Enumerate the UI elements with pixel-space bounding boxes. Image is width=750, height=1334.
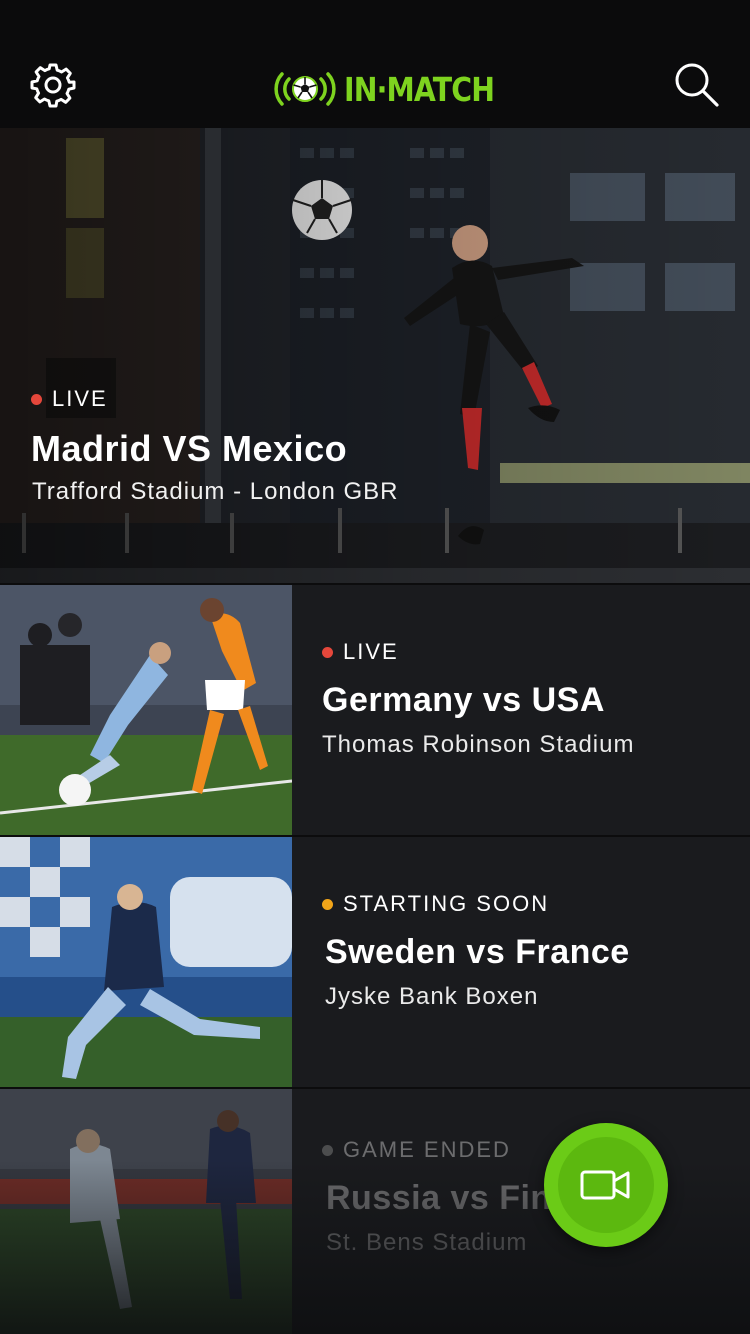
match-status-label: LIVE [343, 639, 399, 664]
ended-dot-icon [322, 1144, 333, 1156]
match-status: LIVE [322, 639, 399, 665]
match-venue: St. Bens Stadium [326, 1229, 528, 1256]
match-info: LIVE Germany vs USA Thomas Robinson Stad… [292, 585, 750, 835]
match-photo [0, 837, 292, 1087]
app-logo: IN·MATCH [270, 66, 519, 112]
featured-match-card[interactable]: LIVE Madrid VS Mexico Trafford Stadium -… [0, 128, 750, 583]
gear-icon [30, 63, 76, 108]
app-header: IN·MATCH [0, 0, 750, 128]
start-broadcast-button[interactable] [544, 1123, 668, 1247]
starting-soon-dot-icon [322, 898, 333, 910]
match-info: GAME ENDED Russia vs Finland St. Bens St… [292, 1089, 750, 1334]
live-dot-icon [31, 393, 42, 405]
featured-status: LIVE [31, 386, 108, 412]
match-title: Germany vs USA [322, 681, 605, 719]
live-dot-icon [322, 646, 333, 658]
match-photo [0, 1089, 292, 1334]
hero-shade [0, 128, 750, 583]
match-venue: Thomas Robinson Stadium [322, 731, 635, 758]
featured-venue: Trafford Stadium - London GBR [32, 478, 399, 505]
featured-status-label: LIVE [52, 386, 108, 411]
match-card-germany-usa[interactable]: LIVE Germany vs USA Thomas Robinson Stad… [0, 585, 750, 835]
match-info: STARTING SOON Sweden vs France Jyske Ban… [292, 837, 750, 1087]
match-status: GAME ENDED [322, 1137, 511, 1163]
search-icon [675, 63, 719, 107]
settings-button[interactable] [30, 62, 76, 108]
match-status: STARTING SOON [322, 891, 549, 917]
match-photo [0, 585, 292, 835]
video-camera-icon [580, 1170, 630, 1200]
search-button[interactable] [672, 60, 722, 110]
featured-title: Madrid VS Mexico [31, 428, 348, 469]
fab-inner [558, 1137, 654, 1233]
match-venue: Jyske Bank Boxen [325, 983, 539, 1010]
match-thumbnail [0, 1089, 292, 1334]
match-status-label: STARTING SOON [343, 891, 550, 916]
match-card-sweden-france[interactable]: STARTING SOON Sweden vs France Jyske Ban… [0, 837, 750, 1087]
soccer-ball-broadcast-icon [274, 72, 336, 106]
app-name: IN·MATCH [344, 69, 495, 109]
match-thumbnail [0, 837, 292, 1087]
match-status-label: GAME ENDED [343, 1137, 511, 1162]
match-thumbnail [0, 585, 292, 835]
match-title: Sweden vs France [325, 933, 630, 971]
